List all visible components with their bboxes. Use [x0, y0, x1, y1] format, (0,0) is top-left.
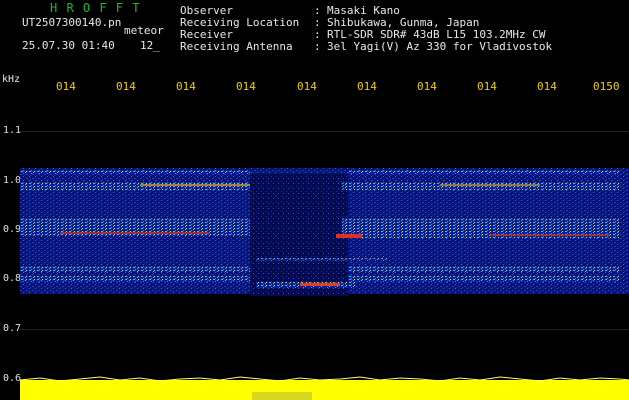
signal-hotspot — [60, 232, 210, 234]
freq-tick-label: 0.8 — [3, 273, 22, 284]
antenna-label: Receiving Antenna — [180, 40, 293, 53]
date-time: 25.07.30 01:40 — [22, 39, 115, 52]
antenna-colon: : — [314, 40, 321, 53]
amplitude-dip — [252, 392, 312, 400]
freq-tick-label: 1.0 — [3, 175, 22, 186]
count-number: 12_ — [140, 39, 160, 52]
freq-tick-label: 0.7 — [3, 323, 22, 334]
amplitude-band — [20, 380, 629, 400]
fade-zone — [250, 174, 348, 296]
antenna-value: 3el Yagi(V) Az 330 for Vladivostok — [327, 40, 553, 53]
carrier-band — [348, 266, 619, 272]
freq-tick-label: 0.6 — [3, 373, 22, 384]
signal-hotspot — [300, 283, 340, 286]
spectrogram — [20, 168, 629, 400]
signal-hotspot — [490, 234, 610, 236]
freq-unit-label: kHz — [2, 74, 21, 85]
file-name: UT2507300140.pn — [22, 16, 122, 29]
brand-title: H R O F F T — [50, 1, 141, 15]
carrier-band — [348, 170, 619, 174]
signal-hotspot — [140, 184, 250, 186]
carrier-band — [20, 170, 250, 174]
carrier-band — [348, 276, 619, 282]
freq-tick-label: 1.1 — [3, 125, 22, 136]
carrier-band — [20, 266, 250, 272]
carrier-band — [256, 258, 388, 261]
carrier-band — [20, 276, 250, 282]
event-tag: meteor — [124, 24, 164, 37]
freq-tick-label: 0.9 — [3, 224, 22, 235]
signal-hotspot — [440, 184, 540, 186]
signal-hotspot — [336, 234, 362, 238]
